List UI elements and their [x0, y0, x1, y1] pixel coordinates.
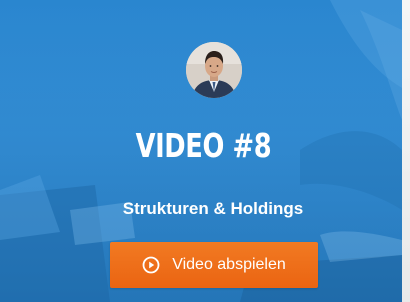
play-circle-icon: [142, 256, 160, 274]
page-edge: [402, 0, 410, 302]
video-title: VIDEO #8: [135, 126, 272, 165]
play-video-button[interactable]: Video abspielen: [110, 242, 318, 288]
video-subtitle: Strukturen & Holdings: [122, 199, 304, 218]
video-card: VIDEO #8 Strukturen & Holdings Video abs…: [0, 0, 402, 302]
play-video-label: Video abspielen: [172, 256, 286, 273]
person-avatar-icon: [186, 42, 242, 98]
author-avatar: [186, 42, 242, 98]
